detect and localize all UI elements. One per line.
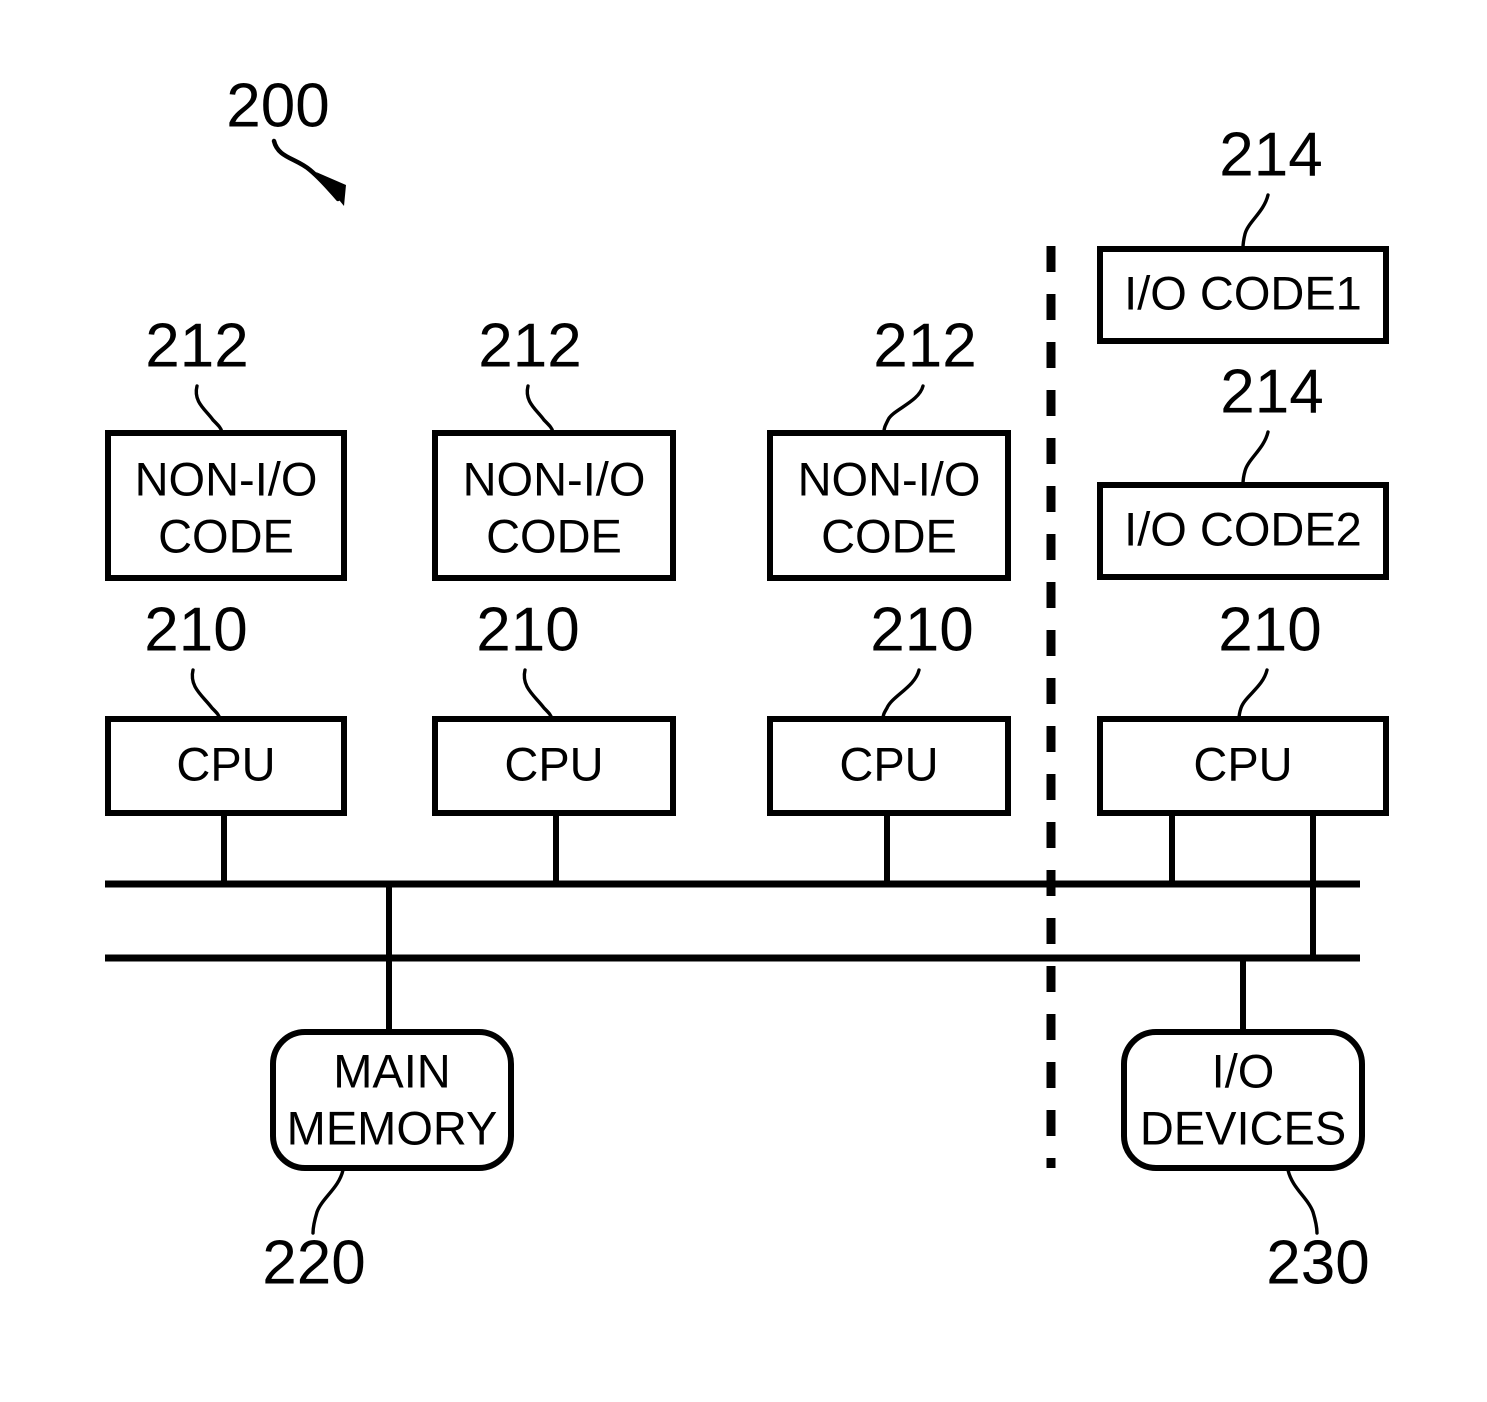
non-io-code-label-2-line2: CODE <box>486 509 622 562</box>
figure-arrow-head <box>316 172 346 206</box>
non-io-code-label-3-line2: CODE <box>821 509 957 562</box>
leader-line-214-top <box>1241 193 1270 250</box>
io-code2-label: I/O CODE2 <box>1124 502 1362 555</box>
leader-line-210-col4 <box>1237 668 1269 721</box>
figure-arrow-curve <box>271 138 341 202</box>
io-devices-label-line2: DEVICES <box>1140 1101 1346 1154</box>
non-io-code-label-1-line2: CODE <box>158 509 294 562</box>
leader-line-230 <box>1286 1168 1319 1235</box>
ref-numeral-210-col3: 210 <box>870 595 973 664</box>
main-memory-label-line1: MAIN <box>333 1044 451 1097</box>
main-memory-label-line2: MEMORY <box>287 1101 498 1154</box>
ref-numeral-210-col4: 210 <box>1218 595 1321 664</box>
leader-line-212-col3 <box>882 384 925 434</box>
ref-numeral-210-col2: 210 <box>476 595 579 664</box>
figure-canvas: 200 212 NON-I/O CODE 210 CPU 212 NON-I/O… <box>105 71 1389 1297</box>
leader-line-220 <box>311 1168 345 1235</box>
cpu-label-1: CPU <box>176 737 275 790</box>
patent-figure: 200 212 NON-I/O CODE 210 CPU 212 NON-I/O… <box>0 0 1487 1402</box>
ref-numeral-220: 220 <box>262 1228 365 1297</box>
non-io-code-label-3-line1: NON-I/O <box>798 452 981 505</box>
cpu-label-4: CPU <box>1193 737 1292 790</box>
leader-line-212-col1 <box>194 384 224 434</box>
leader-line-212-col2 <box>525 384 555 434</box>
non-io-code-label-2-line1: NON-I/O <box>463 452 646 505</box>
io-devices-label-line1: I/O <box>1212 1044 1275 1097</box>
ref-numeral-212-col3: 212 <box>873 311 976 380</box>
cpu-label-2: CPU <box>504 737 603 790</box>
ref-numeral-214-top: 214 <box>1219 120 1322 189</box>
leader-line-210-col3 <box>881 668 921 721</box>
figure-number-200: 200 <box>226 71 329 140</box>
ref-numeral-212-col2: 212 <box>478 311 581 380</box>
ref-numeral-212-col1: 212 <box>145 311 248 380</box>
leader-line-210-col1 <box>190 668 222 721</box>
leader-line-210-col2 <box>522 668 554 721</box>
leader-line-214-second <box>1241 430 1270 486</box>
io-code1-label: I/O CODE1 <box>1124 266 1362 319</box>
ref-numeral-230: 230 <box>1266 1228 1369 1297</box>
ref-numeral-210-col1: 210 <box>144 595 247 664</box>
cpu-label-3: CPU <box>839 737 938 790</box>
ref-numeral-214-second: 214 <box>1220 357 1323 426</box>
non-io-code-label-1-line1: NON-I/O <box>135 452 318 505</box>
